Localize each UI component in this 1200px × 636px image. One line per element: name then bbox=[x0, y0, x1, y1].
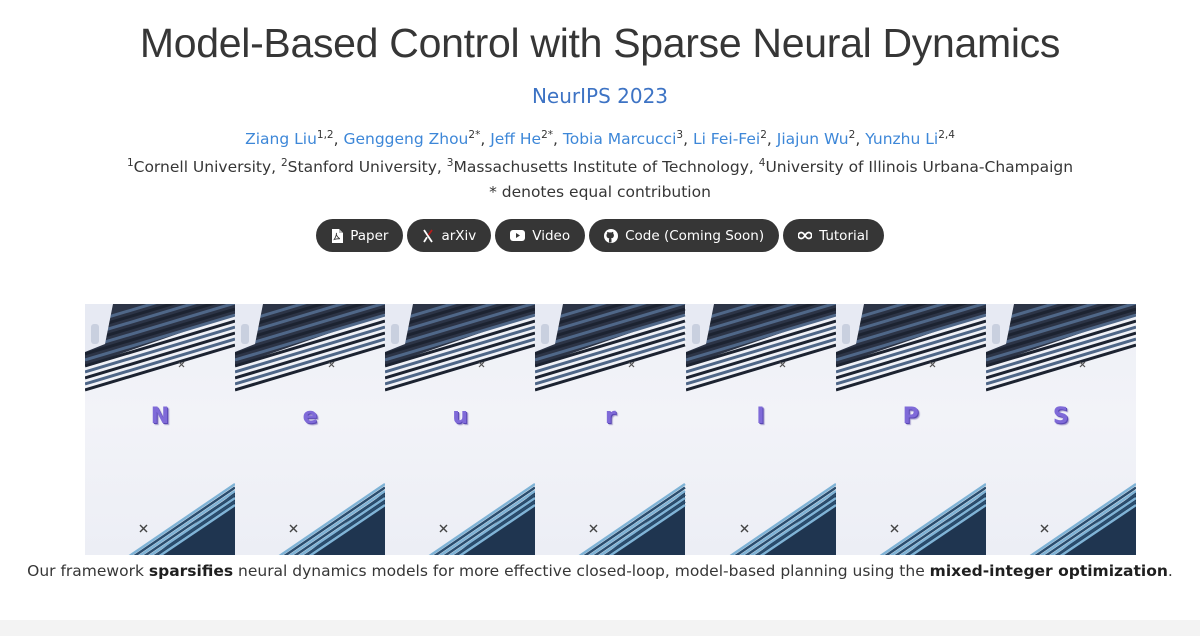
github-icon bbox=[604, 228, 619, 243]
pushed-letter: S bbox=[1052, 404, 1069, 429]
author-link[interactable]: Yunzhu Li bbox=[865, 130, 938, 148]
arxiv-icon bbox=[422, 228, 434, 243]
affiliation-name: Cornell University bbox=[133, 158, 272, 176]
author-link[interactable]: Genggeng Zhou bbox=[343, 130, 468, 148]
affiliation-name: Massachusetts Institute of Technology bbox=[453, 158, 749, 176]
video-button-label: Video bbox=[532, 227, 571, 244]
pushed-letter: u bbox=[452, 404, 469, 429]
code-button[interactable]: Code (Coming Soon) bbox=[589, 219, 780, 252]
tutorial-button-label: Tutorial bbox=[819, 227, 869, 244]
affiliation-mark: 2 bbox=[280, 157, 288, 169]
footer-band bbox=[0, 620, 1200, 636]
pushed-letter: r bbox=[604, 404, 616, 429]
venue-label: NeurIPS 2023 bbox=[531, 84, 669, 108]
video-button[interactable]: Video bbox=[495, 219, 586, 252]
pushed-letter: P bbox=[902, 404, 919, 429]
link-buttons: Paper arXiv Video Code (Coming Soon) Tut… bbox=[0, 219, 1200, 252]
teaser-frame: I bbox=[685, 304, 836, 555]
teaser-frame: P bbox=[835, 304, 986, 555]
teaser-caption: Our framework sparsifies neural dynamics… bbox=[27, 562, 1173, 580]
arxiv-button[interactable]: arXiv bbox=[407, 219, 492, 252]
affiliation-mark: 1 bbox=[126, 157, 134, 169]
teaser-frame: e bbox=[235, 304, 386, 555]
author-affiliation-mark: 2 bbox=[760, 129, 767, 141]
pushed-letter: I bbox=[756, 404, 765, 429]
pushed-letter: e bbox=[302, 404, 318, 429]
teaser-frame: u bbox=[385, 304, 536, 555]
code-button-label: Code (Coming Soon) bbox=[625, 227, 765, 244]
pdf-icon bbox=[331, 228, 344, 243]
affiliation-list: 1Cornell University, 2Stanford Universit… bbox=[126, 157, 1074, 176]
author-link[interactable]: Tobia Marcucci bbox=[563, 130, 677, 148]
author-link[interactable]: Jiajun Wu bbox=[777, 130, 849, 148]
author-affiliation-mark: 3 bbox=[676, 129, 684, 141]
author-link[interactable]: Jeff He bbox=[490, 130, 541, 148]
author-affiliation-mark: 2,4 bbox=[938, 129, 955, 141]
author-affiliation-mark: 1,2 bbox=[316, 129, 334, 141]
infinity-icon bbox=[798, 231, 813, 240]
teaser-frame: N bbox=[85, 304, 236, 555]
author-affiliation-mark: 2* bbox=[541, 129, 554, 141]
affiliation-name: Stanford University bbox=[287, 158, 437, 176]
author-list: Ziang Liu1,2, Genggeng Zhou2*, Jeff He2*… bbox=[245, 129, 955, 148]
teaser-frame: S bbox=[985, 304, 1136, 555]
equal-contribution-note: * denotes equal contribution bbox=[489, 183, 711, 201]
pushed-letter: N bbox=[150, 404, 170, 429]
tutorial-button[interactable]: Tutorial bbox=[783, 219, 884, 252]
author-link[interactable]: Ziang Liu bbox=[245, 130, 317, 148]
paper-button-label: Paper bbox=[350, 227, 389, 244]
author-affiliation-mark: 2 bbox=[848, 129, 856, 141]
author-link[interactable]: Li Fei-Fei bbox=[693, 130, 760, 148]
author-affiliation-mark: 2* bbox=[468, 129, 481, 141]
youtube-icon bbox=[510, 230, 526, 241]
arxiv-button-label: arXiv bbox=[441, 227, 477, 244]
paper-button[interactable]: Paper bbox=[316, 219, 404, 252]
teaser-frame: r bbox=[535, 304, 686, 555]
affiliation-name: University of Illinois Urbana-Champaign bbox=[765, 158, 1074, 176]
teaser-image-strip: N e u r I P S bbox=[85, 304, 1136, 555]
page-title: Model-Based Control with Sparse Neural D… bbox=[139, 20, 1061, 66]
